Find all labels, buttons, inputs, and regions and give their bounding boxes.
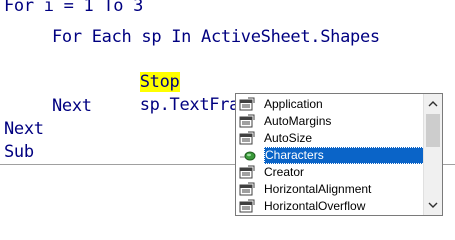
- scroll-thumb[interactable]: [426, 114, 440, 147]
- autocomplete-item-label: HorizontalOverflow: [264, 199, 366, 213]
- autocomplete-item-label: Characters: [264, 147, 425, 164]
- autocomplete-list[interactable]: Application AutoMargins AutoSize Characters…: [235, 93, 443, 216]
- property-icon: [239, 131, 257, 145]
- method-icon: [239, 148, 257, 162]
- code-line-next-outer[interactable]: Next: [4, 118, 44, 140]
- autocomplete-item[interactable]: Creator: [236, 164, 424, 181]
- property-icon: [239, 97, 257, 111]
- autocomplete-item-label: AutoSize: [264, 131, 313, 145]
- property-icon: [239, 182, 257, 196]
- code-line-textframe[interactable]: sp.TextFrame.: [100, 72, 271, 115]
- scroll-down-button[interactable]: [424, 197, 442, 214]
- chevron-up-icon: [428, 101, 438, 107]
- autocomplete-item[interactable]: AutoMargins: [236, 113, 424, 130]
- code-line-end-sub[interactable]: Sub: [4, 141, 34, 163]
- code-line-next-inner[interactable]: Next: [52, 95, 92, 117]
- code-line-for[interactable]: For i = 1 To 3: [4, 0, 143, 17]
- autocomplete-items: Application AutoMargins AutoSize Characters…: [236, 96, 425, 215]
- autocomplete-item[interactable]: HorizontalAlignment: [236, 181, 424, 198]
- property-icon: [239, 165, 257, 179]
- property-icon: [239, 114, 257, 128]
- autocomplete-scrollbar[interactable]: [423, 94, 442, 215]
- scroll-up-button[interactable]: [424, 95, 442, 112]
- code-line-for-each[interactable]: For Each sp In ActiveSheet.Shapes: [52, 26, 380, 48]
- property-icon: [239, 199, 257, 213]
- autocomplete-item[interactable]: HorizontalOverflow: [236, 198, 424, 215]
- autocomplete-item-label: Creator: [264, 165, 305, 179]
- autocomplete-item[interactable]: Characters: [236, 147, 425, 164]
- chevron-down-icon: [428, 202, 438, 208]
- autocomplete-item[interactable]: Application: [236, 96, 424, 113]
- autocomplete-item-label: AutoMargins: [264, 114, 332, 128]
- code-line-stop[interactable]: Stop: [100, 49, 180, 92]
- autocomplete-item[interactable]: AutoSize: [236, 130, 424, 147]
- autocomplete-item-label: HorizontalAlignment: [264, 182, 372, 196]
- autocomplete-item-label: Application: [264, 97, 323, 111]
